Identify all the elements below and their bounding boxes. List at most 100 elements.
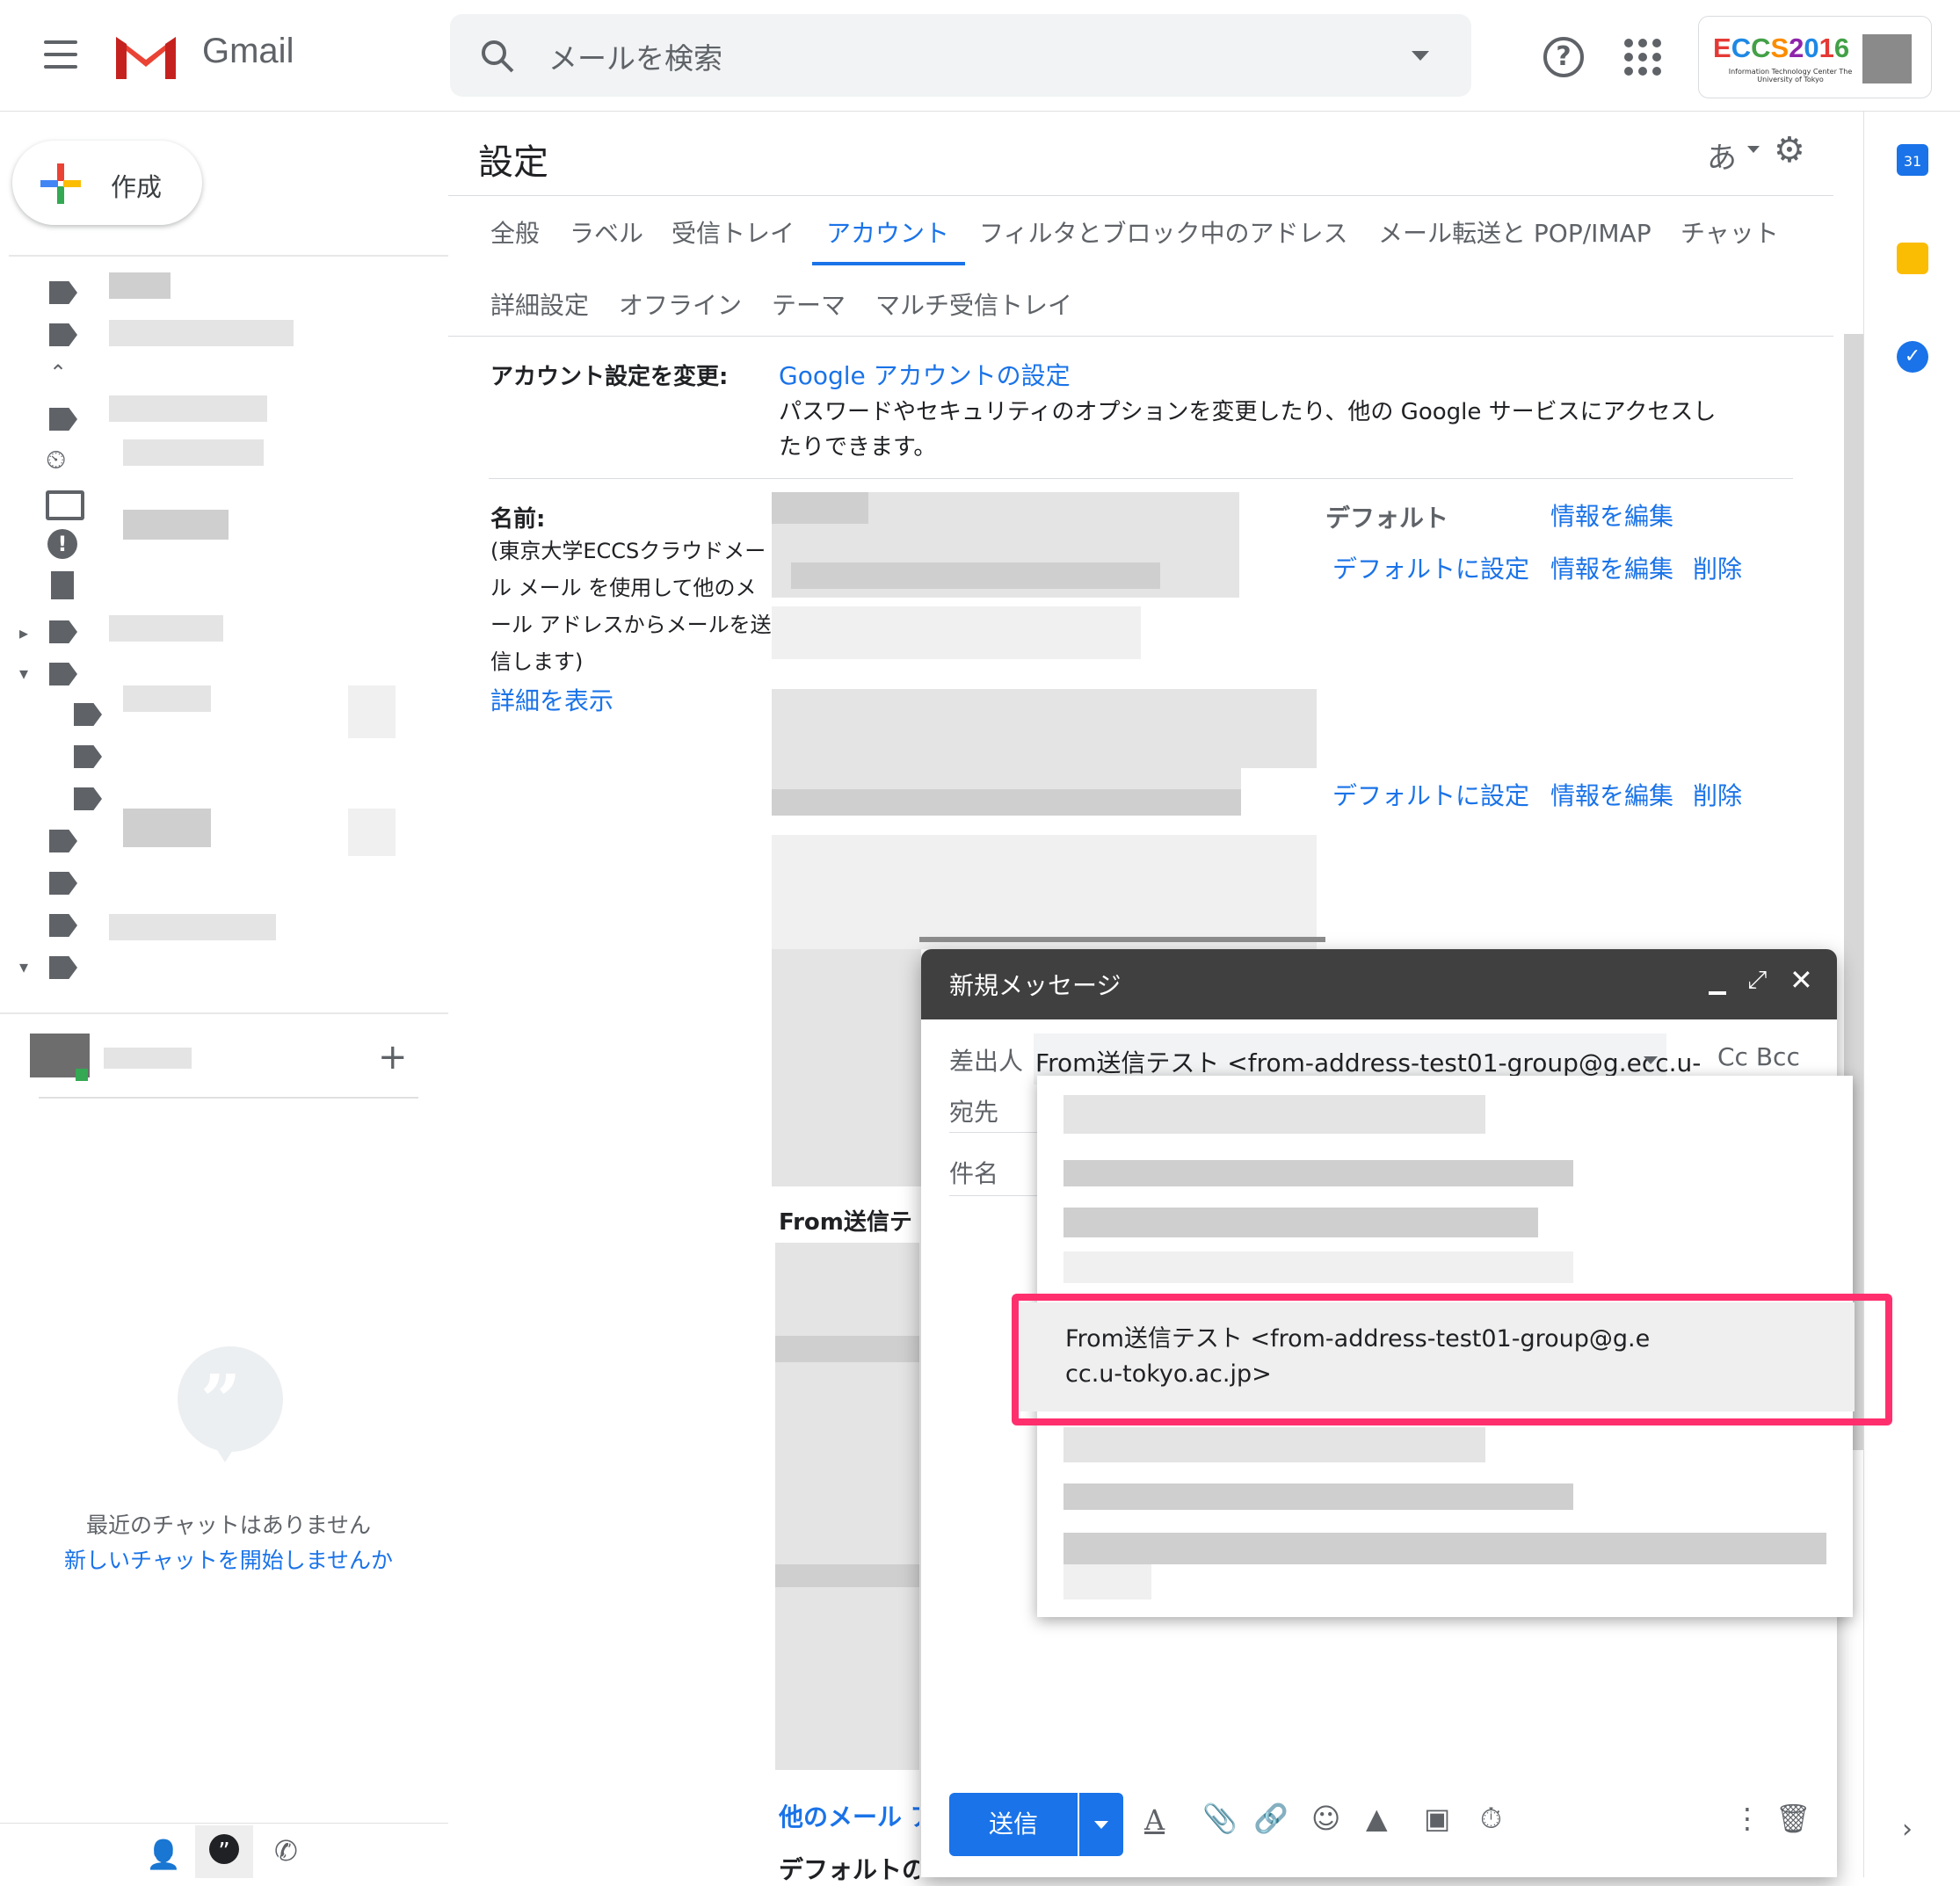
collapse-arrow-icon[interactable]: ▾	[19, 956, 28, 977]
confidential-mode-icon[interactable]: ⏱	[1480, 1802, 1502, 1836]
important-icon[interactable]	[49, 408, 77, 431]
help-icon[interactable]: ?	[1543, 37, 1584, 77]
label-icon[interactable]	[49, 914, 77, 937]
label-icon[interactable]	[49, 281, 77, 304]
label-icon[interactable]	[49, 872, 77, 895]
search-icon[interactable]	[480, 39, 515, 74]
contacts-icon[interactable]: 👤	[146, 1838, 181, 1871]
blurred-block	[775, 1564, 919, 1587]
chevron-down-icon[interactable]	[1644, 1056, 1658, 1064]
input-tools-caret-icon[interactable]	[1747, 146, 1760, 153]
apps-grid-icon[interactable]	[1624, 39, 1661, 76]
minimize-icon[interactable]	[1709, 991, 1726, 995]
label-icon[interactable]	[74, 703, 102, 726]
delete-link[interactable]: 削除	[1693, 777, 1742, 812]
calendar-icon[interactable]: 31	[1897, 144, 1928, 176]
gmail-logo-icon[interactable]	[113, 32, 179, 81]
default-partial-label: デフォルトの	[779, 1855, 919, 1884]
send-button[interactable]: 送信	[949, 1793, 1078, 1856]
detail-link[interactable]: 詳細を表示	[490, 682, 613, 717]
add-chat-icon[interactable]: +	[378, 1037, 408, 1077]
edit-info-link[interactable]: 情報を編集	[1550, 777, 1673, 812]
dropdown-option[interactable]	[1063, 1251, 1573, 1283]
dropdown-option[interactable]	[1063, 1095, 1485, 1134]
label-icon[interactable]	[49, 323, 77, 346]
tasks-icon[interactable]: ✓	[1897, 341, 1928, 373]
fullscreen-icon[interactable]: ⤢	[1747, 965, 1767, 995]
blurred-label	[109, 615, 223, 642]
close-icon[interactable]: ✕	[1789, 963, 1813, 997]
format-text-icon[interactable]: A	[1144, 1803, 1165, 1837]
name-label: 名前:	[490, 506, 546, 533]
dropdown-option[interactable]	[1063, 1533, 1826, 1564]
link-icon[interactable]: 🔗	[1253, 1802, 1289, 1835]
avatar[interactable]	[1862, 34, 1912, 83]
start-chat-link[interactable]: 新しいチャットを開始しませんか	[0, 1543, 457, 1575]
account-sub: Information Technology Center The Univer…	[1728, 68, 1853, 83]
label-icon[interactable]	[49, 956, 77, 979]
delete-link[interactable]: 削除	[1693, 550, 1742, 585]
other-mail-link[interactable]: 他のメール ア	[779, 1798, 919, 1833]
drive-icon[interactable]: ▲	[1366, 1802, 1388, 1835]
expand-panel-chevron-icon[interactable]: ›	[1902, 1814, 1913, 1845]
more-options-icon[interactable]: ⋮	[1733, 1802, 1761, 1835]
collapse-chevron-icon[interactable]: ⌃	[49, 360, 67, 385]
emoji-icon[interactable]: ☺	[1311, 1802, 1340, 1835]
compose-header[interactable]: 新規メッセージ ⤢ ✕	[921, 949, 1837, 1019]
search-options-icon[interactable]	[1412, 51, 1429, 61]
send-options-button[interactable]	[1079, 1793, 1123, 1856]
label-icon[interactable]	[49, 663, 77, 685]
tab-forwarding[interactable]: メール転送と POP/IMAP	[1378, 214, 1651, 250]
tab-general[interactable]: 全般	[490, 214, 540, 250]
tab-accounts[interactable]: アカウント	[826, 214, 949, 250]
all-mail-icon[interactable]	[46, 490, 84, 520]
spam-icon[interactable]: !	[47, 529, 77, 559]
dropdown-option[interactable]	[1063, 1483, 1573, 1510]
compose-button[interactable]: 作成	[12, 141, 202, 225]
gear-icon[interactable]: ⚙	[1774, 130, 1805, 170]
photo-icon[interactable]: ▣	[1424, 1802, 1450, 1835]
tab-labels[interactable]: ラベル	[570, 214, 643, 250]
scheduled-icon[interactable]: ⏲	[46, 445, 66, 475]
name-desc-2: ル メール を使用して他のメ	[490, 576, 757, 600]
dropdown-option[interactable]	[1063, 1564, 1151, 1599]
blurred-label	[109, 320, 294, 346]
tab-filters[interactable]: フィルタとブロック中のアドレス	[979, 214, 1347, 250]
blurred-address	[772, 689, 1317, 768]
label-icon[interactable]	[74, 745, 102, 768]
attach-icon[interactable]: 📎	[1202, 1802, 1238, 1835]
dropdown-option[interactable]	[1063, 1160, 1573, 1186]
tab-inbox[interactable]: 受信トレイ	[671, 214, 795, 250]
tab-offline[interactable]: オフライン	[619, 287, 742, 322]
collapse-arrow-icon[interactable]: ▾	[19, 663, 28, 684]
account-switcher[interactable]: ECCS2016 Information Technology Center T…	[1698, 16, 1932, 98]
search-bar[interactable]: メールを検索	[450, 14, 1471, 97]
tab-multiple-inboxes[interactable]: マルチ受信トレイ	[875, 287, 1072, 322]
discard-trash-icon[interactable]: 🗑	[1775, 1802, 1811, 1835]
keep-icon[interactable]	[1897, 243, 1928, 274]
trash-icon[interactable]	[51, 571, 74, 599]
expand-arrow-icon[interactable]: ▸	[19, 622, 28, 643]
blurred-block	[775, 1336, 919, 1362]
search-input[interactable]: メールを検索	[548, 35, 722, 77]
dropdown-option[interactable]	[1063, 1208, 1538, 1237]
tab-advanced[interactable]: 詳細設定	[490, 287, 589, 322]
set-default-link[interactable]: デフォルトに設定	[1332, 777, 1529, 812]
label-icon[interactable]	[49, 620, 77, 643]
input-tools-button[interactable]: あ	[1707, 134, 1737, 177]
blurred-label	[109, 395, 267, 422]
phone-icon[interactable]: ✆	[274, 1834, 298, 1868]
tab-chat[interactable]: チャット	[1681, 214, 1779, 250]
tab-themes[interactable]: テーマ	[772, 287, 846, 322]
blurred-address	[772, 492, 868, 524]
hangouts-icon[interactable]: ”	[209, 1834, 239, 1865]
dropdown-option[interactable]	[1063, 1427, 1485, 1462]
main-menu-icon[interactable]	[44, 40, 79, 70]
set-default-link[interactable]: デフォルトに設定	[1332, 550, 1529, 585]
label-icon[interactable]	[74, 787, 102, 810]
edit-info-link[interactable]: 情報を編集	[1550, 550, 1673, 585]
label-icon[interactable]	[49, 830, 77, 852]
edit-info-link[interactable]: 情報を編集	[1550, 497, 1673, 533]
google-account-link[interactable]: Google アカウントの設定	[779, 357, 1071, 392]
cc-bcc-link[interactable]: Cc Bcc	[1717, 1042, 1800, 1071]
